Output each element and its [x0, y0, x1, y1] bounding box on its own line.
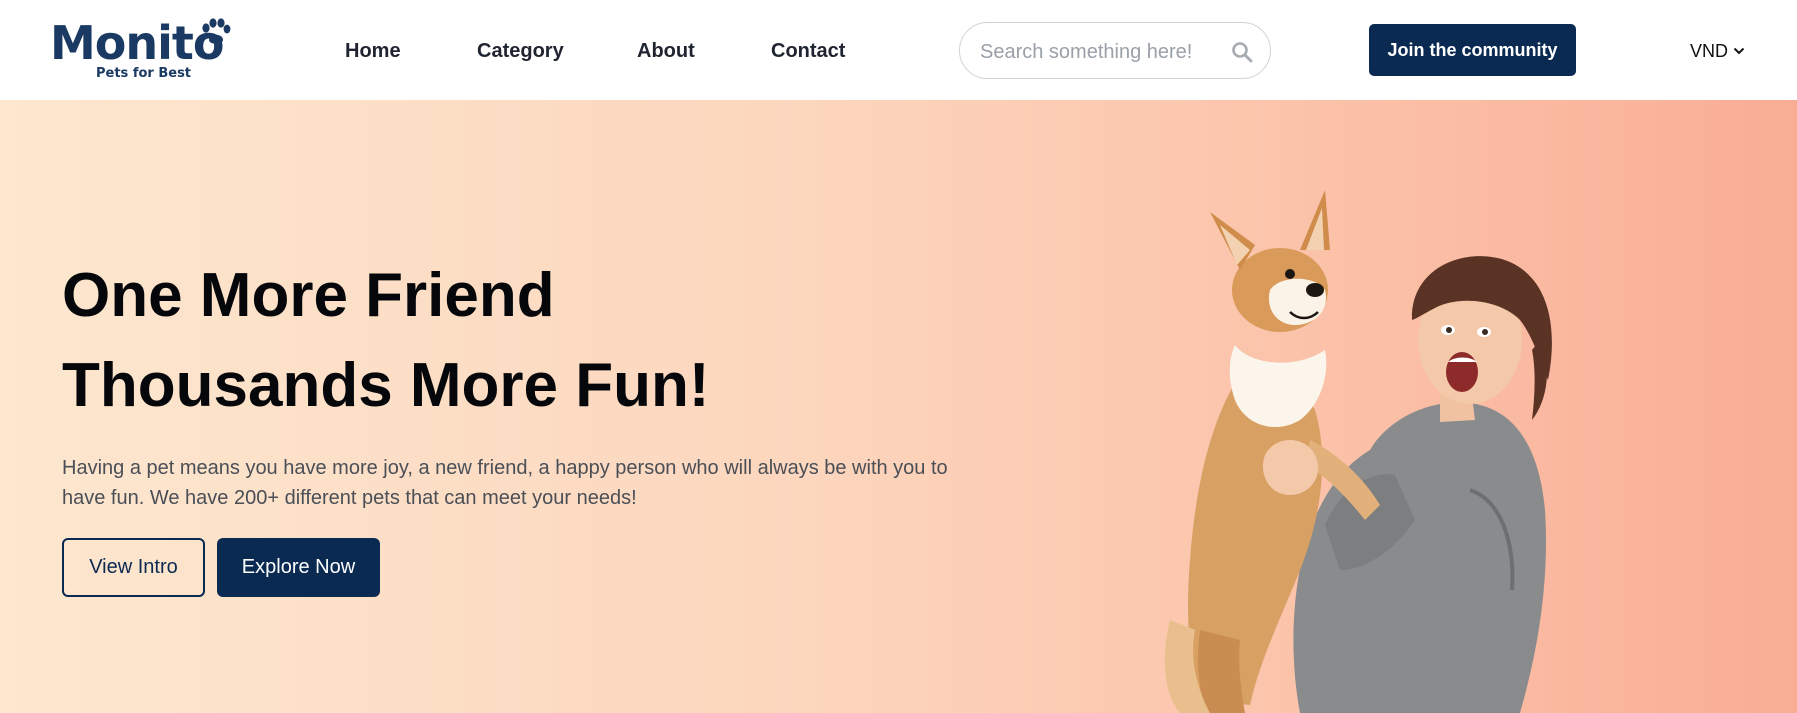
chevron-down-icon	[1733, 47, 1745, 55]
hero-section: One More Friend Thousands More Fun! Havi…	[0, 100, 1797, 713]
nav-about[interactable]: About	[637, 40, 695, 62]
hero-description: Having a pet means you have more joy, a …	[62, 457, 948, 509]
woman-holding-corgi-photo	[1164, 190, 1552, 713]
nav-home[interactable]: Home	[345, 40, 401, 62]
hero-title-line1: One More Friend	[62, 261, 555, 330]
currency-selector[interactable]: VND	[1690, 40, 1745, 62]
view-intro-button[interactable]: View Intro	[62, 538, 205, 597]
explore-now-button[interactable]: Explore Now	[217, 538, 380, 597]
paw-icon	[202, 18, 231, 44]
hero-title-line2: Thousands More Fun!	[62, 351, 710, 420]
brand-tagline: Pets for Best	[96, 66, 192, 81]
brand-logo[interactable]: Monito Pets for Best	[50, 14, 231, 86]
search-bar	[959, 22, 1271, 79]
search-input[interactable]	[978, 37, 1212, 67]
nav-category[interactable]: Category	[477, 40, 564, 62]
brand-name: Monito	[50, 16, 224, 70]
site-header: Monito Pets for Best Home Category About…	[0, 0, 1797, 100]
join-community-button[interactable]: Join the community	[1369, 24, 1576, 76]
currency-label: VND	[1690, 41, 1729, 61]
search-icon[interactable]	[1231, 41, 1253, 63]
nav-contact[interactable]: Contact	[771, 40, 845, 62]
